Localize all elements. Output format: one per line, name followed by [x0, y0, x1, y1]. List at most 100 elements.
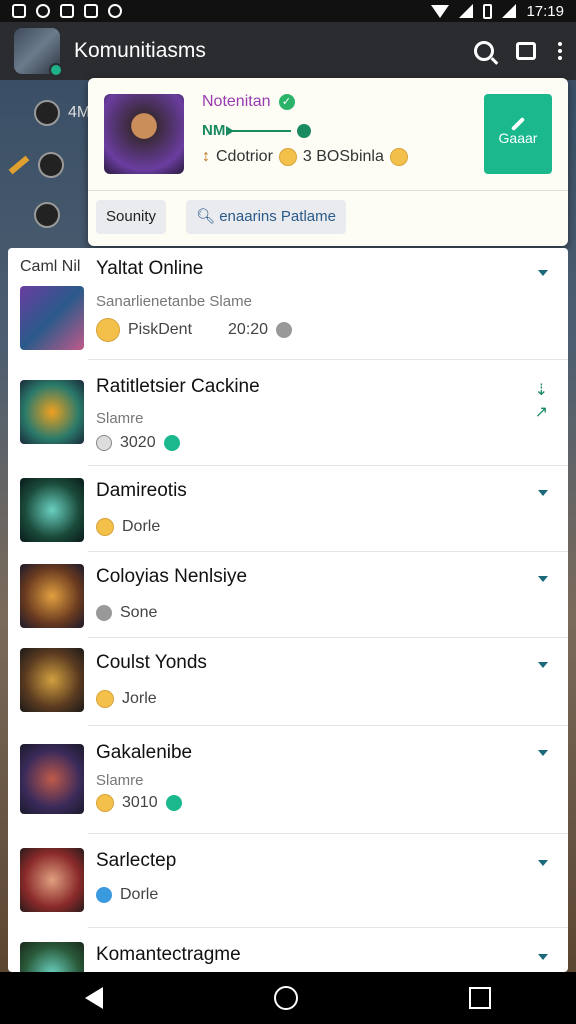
game-meta-left: Dorle: [122, 518, 161, 535]
emoji-icon: [96, 690, 114, 708]
photo-icon: [84, 4, 98, 18]
game-name: Komantectragme: [96, 944, 241, 965]
game-name: Coloyias Nenlsiye: [96, 566, 248, 587]
sync-icon: [36, 4, 50, 18]
chevron-down-icon[interactable]: [538, 576, 548, 582]
back-icon[interactable]: [85, 987, 104, 1009]
battery-icon: [483, 3, 493, 19]
list-item[interactable]: Sarlectep Dorle: [8, 834, 568, 928]
game-sub: Sanarlienetanbe Slame: [96, 293, 252, 310]
featured-progress-row: NM: [202, 122, 312, 139]
avatar: [34, 100, 60, 126]
image-icon: [96, 435, 112, 451]
search-icon[interactable]: [474, 41, 494, 61]
info-icon: [96, 887, 112, 903]
game-thumbnail: [20, 848, 84, 912]
list-item[interactable]: Coulst Yonds Jorle: [8, 638, 568, 726]
featured-meta: ↕ Cdotrior 3 BOSbinla: [202, 148, 408, 166]
list-item-body: Ratitletsier Cackine Slamre 3020 ⇣ ↗: [88, 360, 568, 466]
trend-icon: ↗: [534, 404, 548, 421]
rank-up-icon[interactable]: ⇣: [535, 380, 548, 400]
lightning-icon: ↕: [202, 148, 210, 165]
list-item[interactable]: Gakalenibe Slamre 3010: [8, 726, 568, 834]
chip-sounity[interactable]: Sounity: [96, 200, 167, 234]
clock-icon: [276, 322, 293, 338]
home-icon[interactable]: [273, 986, 298, 1010]
chevron-down-icon[interactable]: [538, 662, 548, 668]
game-meta: Jorle: [96, 690, 157, 708]
list-item-body: Gakalenibe Slamre 3010: [88, 726, 568, 834]
sword-icon: [8, 155, 30, 175]
list-item[interactable]: Ratitletsier Cackine Slamre 3020 ⇣ ↗: [8, 360, 568, 466]
game-thumbnail: [20, 564, 84, 628]
avatar: [38, 152, 64, 178]
game-meta: Dorle: [96, 518, 160, 536]
game-thumbnail: [20, 744, 84, 814]
emoji-icon: [96, 518, 114, 536]
game-meta-left: 3010: [122, 794, 158, 811]
background-row: 4M: [34, 100, 90, 126]
more-icon[interactable]: [558, 42, 562, 60]
status-bar: 17:19: [0, 0, 576, 22]
game-name: Gakalenibe: [96, 742, 193, 763]
emoji-icon: [389, 148, 408, 166]
progress-dot-icon: [297, 123, 312, 138]
search-chip[interactable]: 🔍︎ enaarins Patlame: [186, 200, 346, 234]
join-button[interactable]: Gaaar: [484, 94, 552, 174]
status-icon: [163, 435, 180, 451]
list-item-body: Coloyias Nenlsiye Sone: [88, 552, 568, 638]
list-item[interactable]: Damireotis Dorle: [8, 466, 568, 552]
status-left: [12, 4, 122, 18]
chevron-down-icon[interactable]: [538, 954, 548, 960]
status-time: 17:19: [526, 2, 564, 20]
progress-track: [226, 125, 292, 136]
pencil-icon: [510, 116, 526, 132]
featured-title: Notenitan: [202, 93, 271, 110]
shield-icon: [96, 605, 112, 621]
system-nav-bar: [0, 972, 576, 1024]
featured-meta-right: 3 BOSbinla: [302, 148, 384, 165]
list-item[interactable]: Coloyias Nenlsiye Sone: [8, 552, 568, 638]
chevron-down-icon[interactable]: [538, 860, 548, 866]
background-row-label: 4M: [68, 104, 91, 121]
game-meta-left: Jorle: [122, 690, 157, 707]
chevron-down-icon[interactable]: [538, 490, 548, 496]
chat-icon[interactable]: [516, 42, 536, 60]
list-item[interactable]: Komantectragme: [8, 928, 568, 972]
online-dot: [49, 63, 63, 77]
chevron-down-icon[interactable]: [538, 750, 548, 756]
app-actions: [474, 41, 562, 61]
emoji-icon: [96, 318, 120, 342]
status-icon: [165, 795, 182, 811]
game-meta-left: Sone: [120, 604, 158, 621]
game-meta: PiskDent 20:20: [96, 318, 293, 342]
list-item-body: Damireotis Dorle: [88, 466, 568, 552]
game-name: Ratitletsier Cackine: [96, 376, 260, 397]
join-button-label: Gaaar: [498, 130, 538, 146]
signal-icon: [459, 4, 474, 18]
featured-line-label: NM: [202, 122, 226, 139]
list-item[interactable]: Yaltat Online Sanarlienetanbe Slame Pisk…: [8, 248, 568, 360]
game-meta-left: PiskDent: [128, 321, 193, 338]
game-name: Sarlectep: [96, 850, 177, 871]
avatar: [34, 202, 60, 228]
game-thumbnail: [20, 286, 84, 350]
emoji-icon: [278, 148, 297, 166]
game-thumbnail: [20, 648, 84, 712]
list-item-body: Komantectragme: [88, 928, 568, 972]
game-meta: 3010: [96, 794, 182, 812]
chevron-down-icon[interactable]: [538, 270, 548, 276]
game-meta-left: Dorle: [120, 886, 159, 903]
app-bar: Komunitiasms: [0, 22, 576, 80]
list-item-body: Yaltat Online Sanarlienetanbe Slame Pisk…: [88, 248, 568, 360]
gallery-icon: [12, 4, 26, 18]
divider: [88, 190, 568, 191]
list-item-body: Coulst Yonds Jorle: [88, 638, 568, 726]
community-avatar[interactable]: [14, 28, 63, 77]
recent-apps-icon[interactable]: [468, 987, 491, 1009]
background-row: [8, 152, 64, 178]
game-meta: 3020: [96, 434, 180, 452]
signal-icon-2: [502, 4, 517, 18]
game-thumbnail: [20, 380, 84, 444]
featured-card[interactable]: Notenitan ✓ NM ↕ Cdotrior 3 BOSbinla Gaa…: [88, 78, 568, 246]
